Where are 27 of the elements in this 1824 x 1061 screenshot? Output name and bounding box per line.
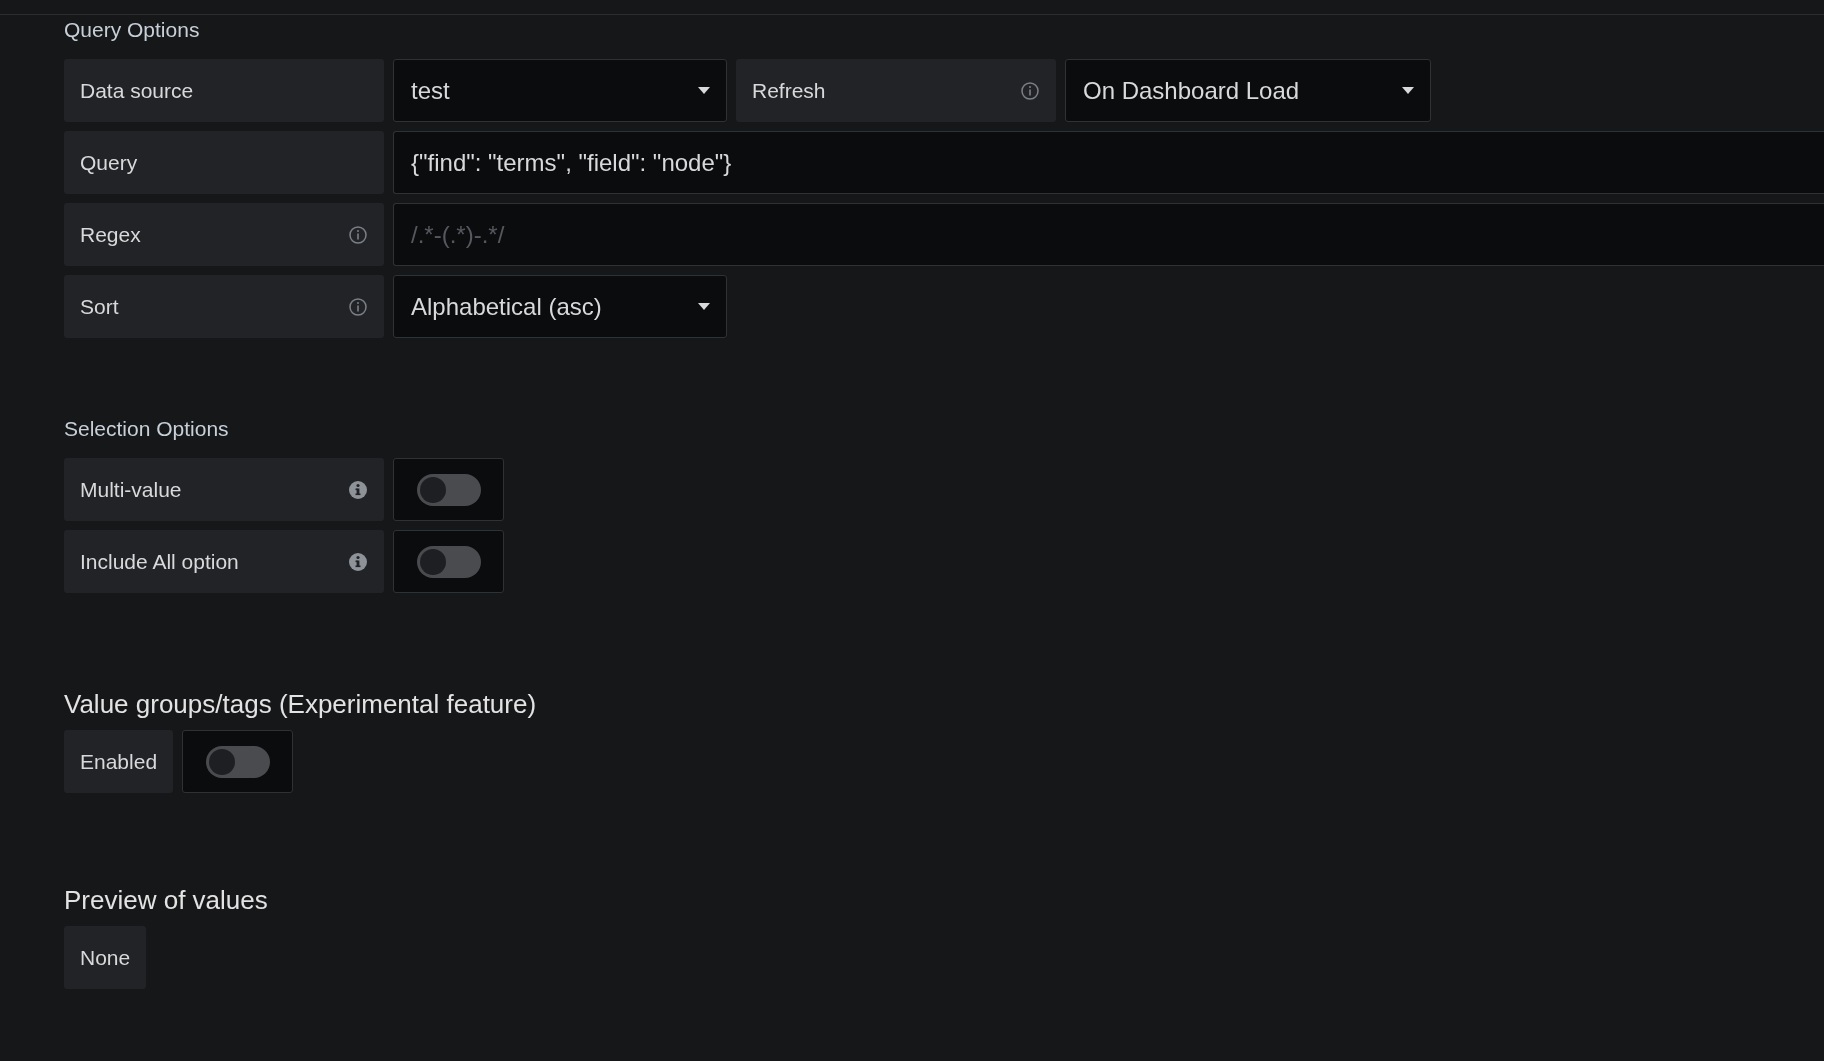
input-field[interactable]: {"find": "terms", "field": "node"} — [393, 131, 1824, 194]
input-field[interactable]: /.*-(.*)-.*/ — [393, 203, 1824, 266]
label-text: Refresh — [752, 78, 826, 103]
caret-icon — [698, 86, 710, 95]
field-label: Enabled — [64, 730, 174, 793]
section-title: Selection Options — [64, 417, 230, 441]
caret-icon — [1402, 86, 1414, 95]
field-label: Data source — [64, 59, 384, 122]
label-text: Sort — [80, 294, 119, 319]
preview-value: None — [64, 926, 147, 989]
select-dropdown[interactable]: test — [393, 59, 727, 122]
section-title: Value groups/tags (Experimental feature) — [64, 689, 538, 719]
select-dropdown[interactable]: Alphabetical (asc) — [393, 275, 727, 338]
field-label: Query — [64, 131, 384, 194]
label-text: Multi-value — [80, 477, 182, 502]
label-text: Regex — [80, 222, 141, 247]
select-dropdown[interactable]: On Dashboard Load — [1065, 59, 1431, 122]
toggle-switch[interactable] — [416, 473, 481, 506]
section-title: Query Options — [64, 18, 201, 42]
label-text: Include All option — [80, 549, 239, 574]
toggle-switch[interactable] — [205, 745, 270, 778]
select-value: Alphabetical (asc) — [411, 292, 602, 321]
select-value: test — [411, 76, 450, 105]
caret-icon — [698, 302, 710, 311]
select-value: On Dashboard Load — [1083, 76, 1300, 105]
toggle-switch[interactable] — [416, 545, 481, 578]
section-title: Preview of values — [64, 885, 269, 915]
